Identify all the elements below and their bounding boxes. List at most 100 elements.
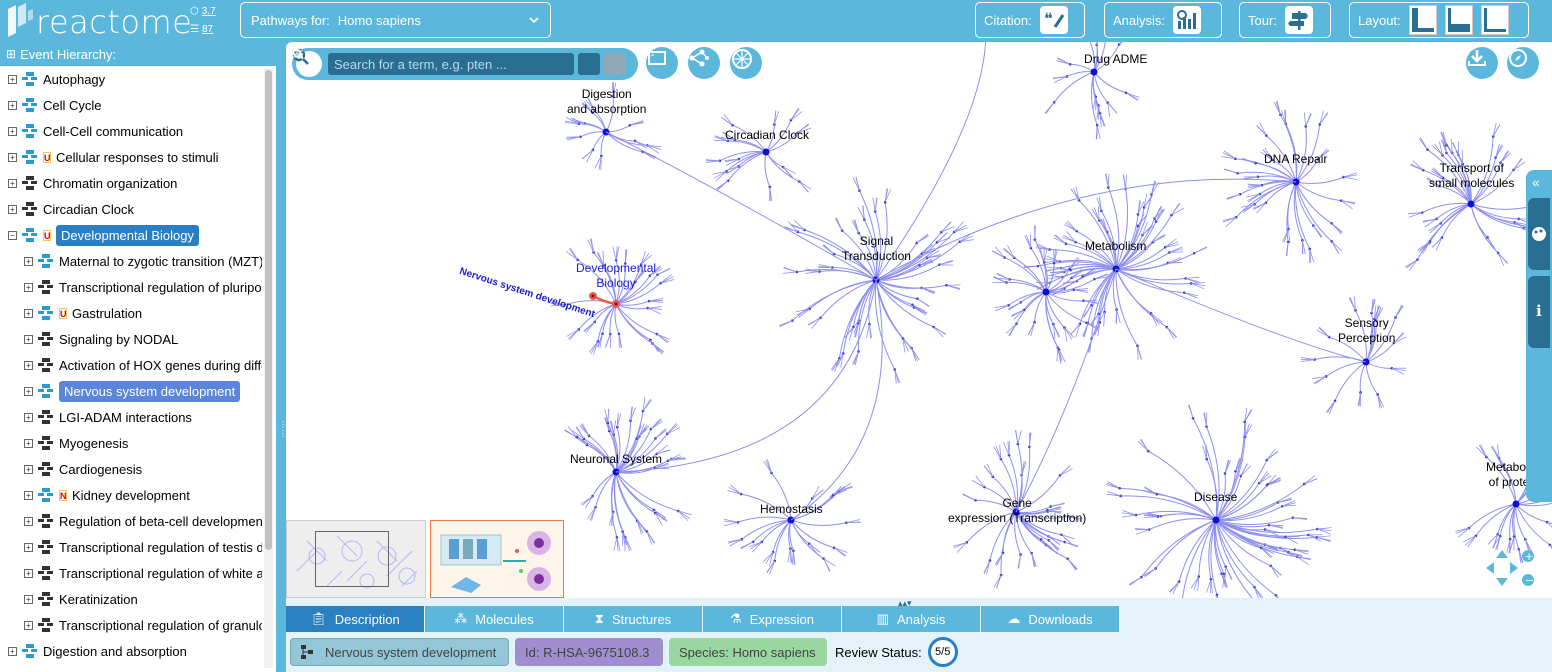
node-label-hemostasis[interactable]: Hemostasis (760, 502, 823, 517)
collapse-toggle-icon[interactable]: − (8, 230, 17, 240)
tree-item[interactable]: + LGI-ADAM interactions (24, 404, 192, 430)
expand-toggle-icon[interactable]: + (8, 178, 17, 188)
tree-item[interactable]: + Autophagy (8, 66, 105, 92)
tree-item[interactable]: + U Gastrulation (24, 300, 142, 326)
tree-item-label[interactable]: Cellular responses to stimuli (56, 150, 219, 165)
expand-toggle-icon[interactable]: + (8, 100, 17, 110)
expand-toggle-icon[interactable]: + (8, 74, 17, 84)
expand-toggle-icon[interactable]: + (24, 360, 33, 370)
version-link-2[interactable]: 87 (202, 24, 213, 35)
tree-item[interactable]: + Cell Cycle (8, 92, 102, 118)
tree-scrollbar[interactable] (264, 68, 273, 668)
analysis-button[interactable]: Analysis: (1104, 2, 1222, 38)
expand-toggle-icon[interactable]: + (8, 126, 17, 136)
tab-molecules[interactable]: ⁂ Molecules (425, 606, 563, 632)
fit-diagram-button[interactable] (646, 47, 678, 79)
species-chip[interactable]: Species: Homo sapiens (669, 638, 827, 666)
tree-item-label[interactable]: Chromatin organization (43, 176, 177, 191)
tree-item[interactable]: + Chromatin organization (8, 170, 177, 196)
tree-item[interactable]: + Cardiogenesis (24, 456, 142, 482)
reactome-logo[interactable]: reactome (6, 3, 192, 41)
tab-expression[interactable]: ⚗ Expression (703, 606, 841, 632)
tree-item[interactable]: + Regulation of beta-cell development (24, 508, 262, 534)
compass-button[interactable] (1507, 47, 1539, 79)
tree-item-label[interactable]: Myogenesis (59, 436, 128, 451)
expand-toggle-icon[interactable]: + (24, 542, 33, 552)
tree-item[interactable]: + Transcriptional regulation of granulopo… (24, 612, 262, 638)
node-label-sensory-perception[interactable]: Sensory Perception (1338, 316, 1395, 346)
node-label-drug-adme[interactable]: Drug ADME (1084, 52, 1147, 67)
tree-item[interactable]: + Signaling by NODAL (24, 326, 178, 352)
tree-item[interactable]: + Cell-Cell communication (8, 118, 183, 144)
tree-item[interactable]: + Maternal to zygotic transition (MZT) (24, 248, 262, 274)
overview-button[interactable] (730, 47, 762, 79)
node-label-transport[interactable]: Transport of small molecules (1429, 161, 1514, 191)
tab-downloads[interactable]: ☁ Downloads (981, 606, 1119, 632)
expand-toggle-icon[interactable]: + (24, 386, 33, 396)
tree-item-label[interactable]: Circadian Clock (43, 202, 134, 217)
search-options-button[interactable] (293, 50, 626, 75)
tab-structures[interactable]: ⧗ Structures (564, 606, 702, 632)
tree-item-label[interactable]: Gastrulation (72, 306, 142, 321)
expand-toggle-icon[interactable]: + (24, 438, 33, 448)
node-label-neuronal-system[interactable]: Neuronal System (570, 452, 662, 467)
species-select[interactable]: Pathways for: Homo sapiens (240, 2, 551, 38)
expand-toggle-icon[interactable]: + (24, 516, 33, 526)
tab-description[interactable]: 📋︎ Description (286, 606, 424, 632)
expand-toggle-icon[interactable]: + (24, 282, 33, 292)
illustration-preview[interactable] (430, 520, 564, 598)
tree-item-label[interactable]: Regulation of beta-cell development (59, 514, 262, 529)
pathway-diagram[interactable]: Drug ADME Digestion and absorption Circad… (286, 42, 1552, 598)
expand-toggle-icon[interactable]: + (24, 490, 33, 500)
tree-item-label[interactable]: LGI-ADAM interactions (59, 410, 192, 425)
expand-toggle-icon[interactable]: + (24, 594, 33, 604)
tree-item-label[interactable]: Transcriptional regulation of white adip… (59, 566, 262, 581)
tree-item-label[interactable]: Transcriptional regulation of testis dif… (59, 540, 262, 555)
expand-toggle-icon[interactable]: + (24, 308, 33, 318)
tab-analysis[interactable]: ▥ Analysis (842, 606, 980, 632)
expand-toggle-icon[interactable]: + (24, 568, 33, 578)
layout-graph-button[interactable] (688, 47, 720, 79)
node-label-metabolism[interactable]: Metabolism (1085, 239, 1146, 254)
panel-splitter[interactable]: ⋮ ⋮ (276, 42, 287, 672)
tree-item[interactable]: + Keratinization (24, 586, 138, 612)
diagram-search-input[interactable] (328, 53, 574, 75)
tree-item[interactable]: + Digestion and absorption (8, 638, 187, 664)
info-tab[interactable]: i (1528, 276, 1550, 348)
layout-full-icon[interactable] (1480, 5, 1509, 35)
tree-item[interactable]: + Myogenesis (24, 430, 128, 456)
tree-item[interactable]: + Transcriptional regulation of white adi… (24, 560, 262, 586)
id-chip[interactable]: Id: R-HSA-9675108.3 (515, 638, 663, 666)
download-button[interactable] (1466, 47, 1498, 79)
layout-bottom-icon[interactable] (1444, 5, 1473, 35)
tree-item-label[interactable]: Keratinization (59, 592, 138, 607)
expand-toggle-icon[interactable]: + (24, 464, 33, 474)
pan-arrows-icon[interactable]: + − (1482, 546, 1534, 590)
tree-item-label[interactable]: Nervous system development (59, 380, 241, 402)
diagram-thumbnail[interactable] (286, 520, 426, 598)
node-label-gene-expression[interactable]: Gene expression (Transcription) (948, 496, 1086, 526)
expand-toggle-icon[interactable]: + (24, 256, 33, 266)
tree-item-label[interactable]: Kidney development (72, 488, 190, 503)
tree-item[interactable]: + Transcriptional regulation of pluripote… (24, 274, 262, 300)
node-label-signal-transduction[interactable]: Signal Transduction (842, 234, 911, 264)
expand-toggle-icon[interactable]: + (24, 412, 33, 422)
tree-item-label[interactable]: Developmental Biology (56, 224, 199, 246)
settings-tab[interactable] (1528, 198, 1550, 270)
tree-item-label[interactable]: Cell-Cell communication (43, 124, 183, 139)
tree-item-label[interactable]: Cardiogenesis (59, 462, 142, 477)
search-go-button[interactable] (292, 48, 600, 75)
tree-item[interactable]: + Circadian Clock (8, 196, 134, 222)
tree-item-label[interactable]: Signaling by NODAL (59, 332, 178, 347)
tree-item-label[interactable]: Transcriptional regulation of pluripoten… (59, 280, 262, 295)
version-link-1[interactable]: 3.7 (202, 6, 216, 17)
node-label-developmental-biology[interactable]: Developmental Biology (576, 261, 656, 291)
tree-item[interactable]: + Nervous system development (24, 378, 241, 404)
tree-item-label[interactable]: Transcriptional regulation of granulopoi… (59, 618, 262, 633)
citation-button[interactable]: Citation: ❝ (975, 2, 1085, 38)
node-label-digestion[interactable]: Digestion and absorption (567, 87, 646, 117)
tree-item-label[interactable]: Maternal to zygotic transition (MZT) (59, 254, 262, 269)
tree-item-label[interactable]: Activation of HOX genes during different… (59, 358, 262, 373)
layout-left-icon[interactable] (1408, 5, 1437, 35)
tree-item[interactable]: + N Kidney development (24, 482, 190, 508)
